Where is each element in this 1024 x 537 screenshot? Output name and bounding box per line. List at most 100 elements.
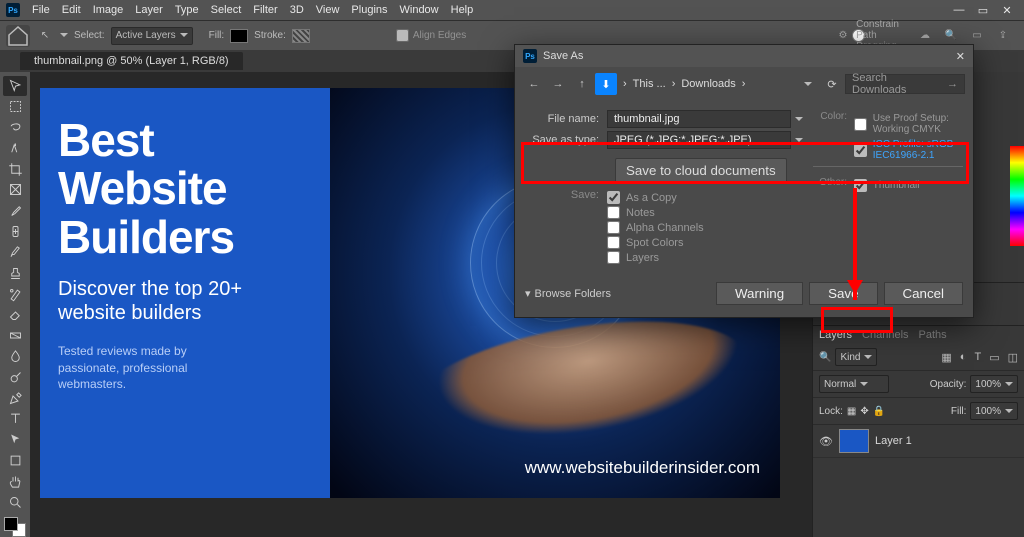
eraser-tool[interactable] bbox=[3, 305, 27, 325]
lock-label: Lock: bbox=[819, 406, 843, 417]
frame-tool[interactable] bbox=[3, 180, 27, 200]
menu-help[interactable]: Help bbox=[445, 4, 480, 16]
search-input[interactable]: Search Downloads→ bbox=[845, 74, 965, 94]
opacity-value[interactable]: 100% bbox=[970, 375, 1018, 393]
menu-plugins[interactable]: Plugins bbox=[345, 4, 393, 16]
constrain-toggle[interactable]: Constrain Path Dragging bbox=[860, 27, 878, 45]
save-button[interactable]: Save bbox=[809, 282, 877, 305]
search-go-icon[interactable]: → bbox=[947, 78, 958, 90]
menu-type[interactable]: Type bbox=[169, 4, 205, 16]
gradient-tool[interactable] bbox=[3, 326, 27, 346]
menu-3d[interactable]: 3D bbox=[284, 4, 310, 16]
fill-value[interactable]: 100% bbox=[970, 402, 1018, 420]
marquee-tool[interactable] bbox=[3, 97, 27, 117]
eyedropper-tool[interactable] bbox=[3, 201, 27, 221]
share-icon[interactable]: ⇪ bbox=[994, 27, 1012, 45]
shape-tool[interactable] bbox=[3, 451, 27, 471]
filter-adjust-icon[interactable]: ◐ bbox=[960, 351, 967, 364]
move-tool[interactable] bbox=[3, 76, 27, 96]
opt-spot: Spot Colors bbox=[607, 236, 704, 249]
stamp-tool[interactable] bbox=[3, 263, 27, 283]
visibility-icon[interactable]: 👁 bbox=[819, 435, 833, 448]
opt-alpha: Alpha Channels bbox=[607, 221, 704, 234]
lock-all-icon[interactable]: 🔒 bbox=[873, 406, 885, 417]
tab-paths[interactable]: Paths bbox=[919, 329, 947, 341]
menu-view[interactable]: View bbox=[310, 4, 346, 16]
quick-select-tool[interactable] bbox=[3, 138, 27, 158]
healing-tool[interactable] bbox=[3, 222, 27, 242]
search-icon[interactable]: 🔍 bbox=[942, 27, 960, 45]
home-button[interactable] bbox=[6, 25, 30, 47]
layers-panel-tabs: Layers Channels Paths bbox=[813, 325, 1024, 344]
refresh-icon[interactable]: ⟳ bbox=[821, 73, 843, 95]
gear-icon[interactable]: ⚙ bbox=[834, 27, 852, 45]
filter-kind-icon[interactable]: 🔍 bbox=[819, 352, 831, 363]
document-tab[interactable]: thumbnail.png @ 50% (Layer 1, RGB/8) bbox=[20, 52, 243, 70]
select-mode-dropdown[interactable]: Active Layers bbox=[111, 27, 193, 45]
menu-filter[interactable]: Filter bbox=[247, 4, 283, 16]
lock-pixels-icon[interactable]: ▦ bbox=[847, 406, 856, 417]
filter-smart-icon[interactable]: ◫ bbox=[1008, 351, 1018, 364]
window-minimize-icon[interactable]: — bbox=[948, 4, 970, 17]
layer-name[interactable]: Layer 1 bbox=[875, 435, 912, 447]
opt-thumbnail[interactable]: Thumbnail bbox=[854, 179, 920, 192]
window-close-icon[interactable]: ✕ bbox=[996, 4, 1018, 17]
menu-layer[interactable]: Layer bbox=[129, 4, 169, 16]
menu-select[interactable]: Select bbox=[205, 4, 248, 16]
color-spectrum[interactable] bbox=[1010, 146, 1024, 246]
nav-up-icon[interactable]: ↑ bbox=[571, 73, 593, 95]
tab-layers[interactable]: Layers bbox=[819, 329, 852, 341]
warning-button[interactable]: Warning bbox=[716, 282, 803, 305]
blend-mode-dropdown[interactable]: Normal bbox=[819, 375, 889, 393]
fill-swatch[interactable] bbox=[230, 29, 248, 43]
dodge-tool[interactable] bbox=[3, 367, 27, 387]
tab-channels[interactable]: Channels bbox=[862, 329, 908, 341]
hand-tool[interactable] bbox=[3, 471, 27, 491]
filter-type-icon[interactable]: T bbox=[974, 351, 981, 364]
menu-window[interactable]: Window bbox=[394, 4, 445, 16]
nav-forward-icon[interactable]: → bbox=[547, 73, 569, 95]
menu-image[interactable]: Image bbox=[87, 4, 130, 16]
filename-input[interactable] bbox=[607, 110, 791, 128]
kind-dropdown[interactable]: Kind bbox=[835, 348, 877, 366]
savetype-dropdown[interactable] bbox=[607, 131, 791, 149]
align-edges-checkbox[interactable]: Align Edges bbox=[396, 29, 466, 42]
zoom-tool[interactable] bbox=[3, 492, 27, 512]
opt-as-copy[interactable]: As a Copy bbox=[607, 191, 704, 204]
menu-bar: Ps File Edit Image Layer Type Select Fil… bbox=[0, 0, 1024, 20]
cancel-button[interactable]: Cancel bbox=[884, 282, 964, 305]
brush-tool[interactable] bbox=[3, 243, 27, 263]
close-icon[interactable]: ✕ bbox=[956, 50, 965, 63]
lasso-tool[interactable] bbox=[3, 118, 27, 138]
breadcrumb[interactable]: ›This ...›Downloads› bbox=[621, 78, 795, 90]
blur-tool[interactable] bbox=[3, 347, 27, 367]
history-brush-tool[interactable] bbox=[3, 284, 27, 304]
downloads-icon[interactable]: ⬇ bbox=[595, 73, 617, 95]
nav-back-icon[interactable]: ← bbox=[523, 73, 545, 95]
crumb-dropdown-icon[interactable] bbox=[797, 73, 819, 95]
crop-tool[interactable] bbox=[3, 159, 27, 179]
window-restore-icon[interactable]: ▭ bbox=[972, 4, 994, 17]
color-picker[interactable] bbox=[4, 517, 26, 537]
stroke-swatch[interactable] bbox=[292, 29, 310, 43]
type-tool[interactable] bbox=[3, 409, 27, 429]
filename-dropdown-icon[interactable] bbox=[795, 117, 803, 125]
thumb-url: www.websitebuilderinsider.com bbox=[525, 458, 760, 478]
browse-folders-toggle[interactable]: ▾Browse Folders bbox=[525, 287, 611, 300]
cloud-icon[interactable]: ☁ bbox=[916, 27, 934, 45]
lock-position-icon[interactable]: ✥ bbox=[860, 406, 868, 417]
workspace-icon[interactable]: ▭ bbox=[968, 27, 986, 45]
layer-row[interactable]: 👁 Layer 1 bbox=[813, 425, 1024, 458]
filter-shape-icon[interactable]: ▭ bbox=[989, 351, 999, 364]
opt-icc[interactable]: ICC Profile: sRGBIEC61966-2.1 bbox=[854, 139, 954, 161]
menu-edit[interactable]: Edit bbox=[56, 4, 87, 16]
tool-preset-dropdown[interactable] bbox=[60, 33, 68, 41]
dialog-titlebar[interactable]: Ps Save As ✕ bbox=[515, 45, 973, 67]
path-select-tool[interactable] bbox=[3, 430, 27, 450]
pen-tool[interactable] bbox=[3, 388, 27, 408]
save-cloud-button[interactable]: Save to cloud documents bbox=[615, 158, 787, 183]
savetype-dropdown-icon[interactable] bbox=[795, 138, 803, 146]
filter-pixel-icon[interactable]: ▦ bbox=[941, 351, 951, 364]
menu-file[interactable]: File bbox=[26, 4, 56, 16]
thumb-body: Tested reviews made by passionate, profe… bbox=[58, 343, 248, 393]
